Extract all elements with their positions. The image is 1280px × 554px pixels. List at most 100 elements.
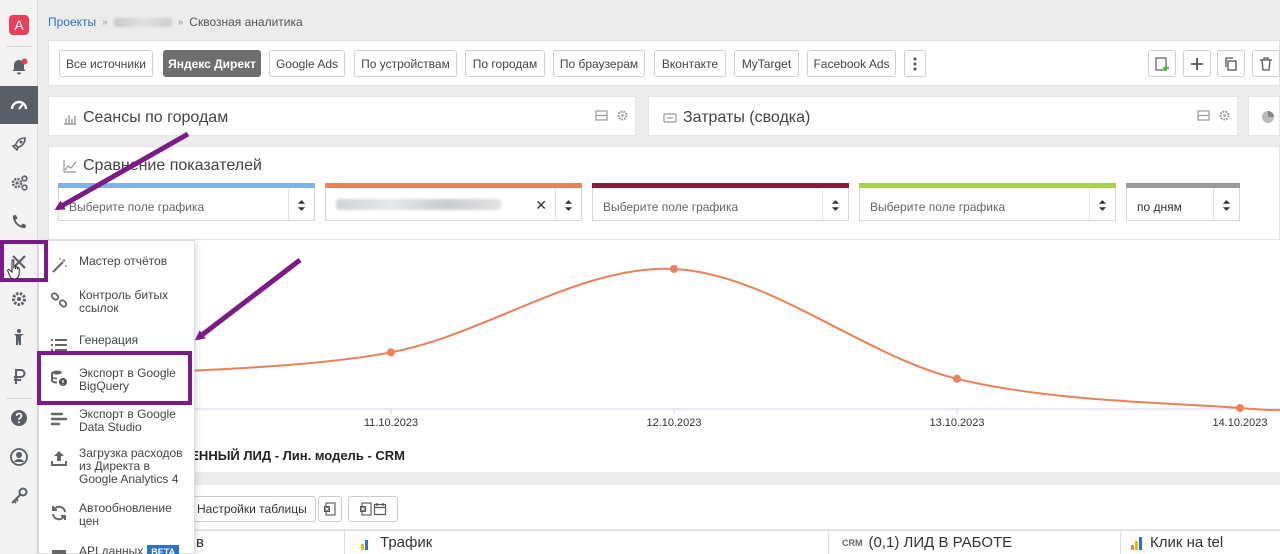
add-button[interactable] — [1183, 50, 1211, 77]
refresh-icon — [52, 505, 66, 521]
trash-icon — [1260, 56, 1272, 71]
more-tabs-button[interactable] — [904, 50, 926, 77]
kebab-icon — [913, 57, 917, 70]
period-select[interactable]: по дням — [1126, 183, 1240, 221]
dashboard-icon[interactable] — [0, 86, 38, 124]
logo-mark: A — [9, 15, 29, 35]
menu-item-export-data-studio[interactable]: Экспорт в Google Data Studio — [39, 408, 194, 434]
tab-google-ads[interactable]: Google Ads — [269, 50, 345, 77]
copy-icon — [1225, 56, 1237, 71]
panel-title-text: Сеансы по городам — [83, 109, 229, 126]
comparison-chart-area — [48, 240, 1280, 472]
export-excel-button[interactable] — [318, 496, 342, 522]
series-color-bar — [325, 183, 582, 188]
collapse-icon[interactable] — [595, 109, 608, 122]
key-icon[interactable] — [0, 477, 38, 515]
select-arrow-icon[interactable] — [555, 189, 581, 221]
chart-field-select-2[interactable]: ✕ — [325, 183, 582, 221]
menu-item-label: Контроль битых ссылок — [79, 288, 169, 315]
table-header-lead-in-work[interactable]: CRM (0,1) ЛИД В РАБОТЕ — [842, 534, 1012, 551]
chart-field-select-3[interactable]: Выберите поле графика — [592, 183, 849, 221]
api-icon — [52, 550, 66, 554]
menu-item-broken-links[interactable]: Контроль битых ссылок — [39, 289, 194, 315]
x-tick-label: 12.10.2023 — [646, 417, 702, 429]
person-icon[interactable] — [0, 318, 38, 356]
rocket-icon[interactable] — [0, 125, 38, 163]
tab-facebook-ads[interactable]: Facebook Ads — [807, 50, 896, 77]
tab-by-browsers[interactable]: По браузерам — [553, 50, 645, 77]
chart-field-select-4[interactable]: Выберите поле графика — [859, 183, 1116, 221]
app-logo[interactable]: A — [0, 6, 38, 44]
x-tick-label: 11.10.2023 — [363, 417, 419, 429]
menu-item-upload-costs-ga4[interactable]: Загрузка расходов из Директа в Google An… — [39, 447, 194, 486]
gears-icon[interactable] — [0, 164, 38, 202]
menu-item-label: API данных BETA — [79, 545, 189, 554]
notifications-icon[interactable] — [0, 48, 38, 86]
select-placeholder: Выберите поле графика — [870, 200, 1006, 214]
chart-field-select-1[interactable]: Выберите поле графика — [58, 183, 315, 221]
select-placeholder: Выберите поле графика — [69, 200, 205, 214]
tab-yandex-direct[interactable]: Яндекс Директ — [163, 50, 261, 77]
menu-item-label: Загрузка расходов из Директа в Google An… — [79, 446, 183, 486]
api-label: API данных — [79, 544, 144, 554]
annotation-highlight-bigquery — [37, 351, 192, 405]
column-divider — [344, 530, 345, 554]
clear-selection-icon[interactable]: ✕ — [535, 197, 547, 214]
excel-icon — [324, 502, 336, 516]
tab-mytarget[interactable]: MyTarget — [734, 50, 799, 77]
breadcrumb-project-name-redacted[interactable] — [113, 17, 172, 27]
table-header-traffic[interactable]: Трафик — [360, 534, 432, 551]
ruble-icon[interactable] — [0, 358, 38, 396]
partial-panel — [1248, 96, 1280, 136]
tab-by-devices[interactable]: По устройствам — [354, 50, 457, 77]
delete-button[interactable] — [1252, 50, 1280, 77]
table-header-col1[interactable]: в — [196, 534, 204, 551]
breadcrumb-projects-link[interactable]: Проекты — [48, 15, 96, 29]
lead-section-title: ДЕННЫЙ ЛИД - Лин. модель - CRM — [181, 448, 405, 463]
panel-title: Затраты (сводка) — [663, 109, 810, 127]
breadcrumb-current: Сквозная аналитика — [189, 15, 303, 29]
gear-icon[interactable] — [1218, 109, 1231, 122]
breadcrumb-separator: » — [177, 16, 184, 28]
account-icon[interactable] — [0, 438, 38, 476]
help-icon[interactable] — [0, 399, 38, 437]
copy-button[interactable] — [1217, 50, 1245, 77]
add-widget-button[interactable] — [1148, 50, 1176, 77]
annotation-highlight-tools — [0, 240, 48, 282]
excel-icon — [360, 502, 372, 516]
x-tick-label: 14.10.2023 — [1212, 417, 1268, 429]
traffic-icon — [361, 539, 368, 550]
table-header-tel-click[interactable]: Клик на tel — [1130, 534, 1223, 551]
panel-title-text: Затраты (сводка) — [683, 109, 811, 126]
menu-item-label: Экспорт в Google Data Studio — [79, 407, 176, 434]
select-arrow-icon[interactable] — [1213, 189, 1239, 221]
select-arrow-icon[interactable] — [288, 189, 314, 221]
gear-icon[interactable] — [616, 109, 629, 122]
beta-badge: BETA — [147, 545, 180, 554]
series-color-bar — [58, 183, 315, 188]
bar-chart-icon — [64, 115, 76, 125]
select-arrow-icon[interactable] — [822, 189, 848, 221]
menu-item-label: Автообновление цен — [79, 501, 172, 528]
crm-badge: CRM — [842, 537, 863, 548]
tab-vkontakte[interactable]: Вконтакте — [654, 50, 726, 77]
menu-item-api-data[interactable]: API данных BETA — [39, 545, 194, 554]
export-excel-period-button[interactable] — [348, 496, 398, 522]
settings-icon[interactable] — [0, 280, 38, 318]
collapse-icon[interactable] — [1197, 109, 1210, 122]
traffic-header-text: Трафик — [380, 534, 433, 551]
x-tick-label: 13.10.2023 — [929, 417, 985, 429]
menu-item-label: Мастер отчётов — [79, 254, 168, 268]
menu-item-report-wizard[interactable]: Мастер отчётов — [39, 255, 194, 275]
tab-by-cities[interactable]: По городам — [465, 50, 545, 77]
sessions-by-city-panel: Сеансы по городам — [48, 96, 636, 136]
data-studio-icon — [50, 412, 68, 426]
phone-icon[interactable] — [0, 203, 38, 241]
period-value: по дням — [1137, 200, 1182, 214]
menu-item-auto-prices[interactable]: Автообновление цен — [39, 502, 194, 528]
select-arrow-icon[interactable] — [1089, 189, 1115, 221]
table-settings-button[interactable]: Настройки таблицы — [188, 496, 316, 522]
tab-all-sources[interactable]: Все источники — [59, 50, 153, 77]
plus-icon — [1191, 57, 1203, 70]
main-content: Проекты » » Сквозная аналитика Все источ… — [38, 0, 1280, 554]
